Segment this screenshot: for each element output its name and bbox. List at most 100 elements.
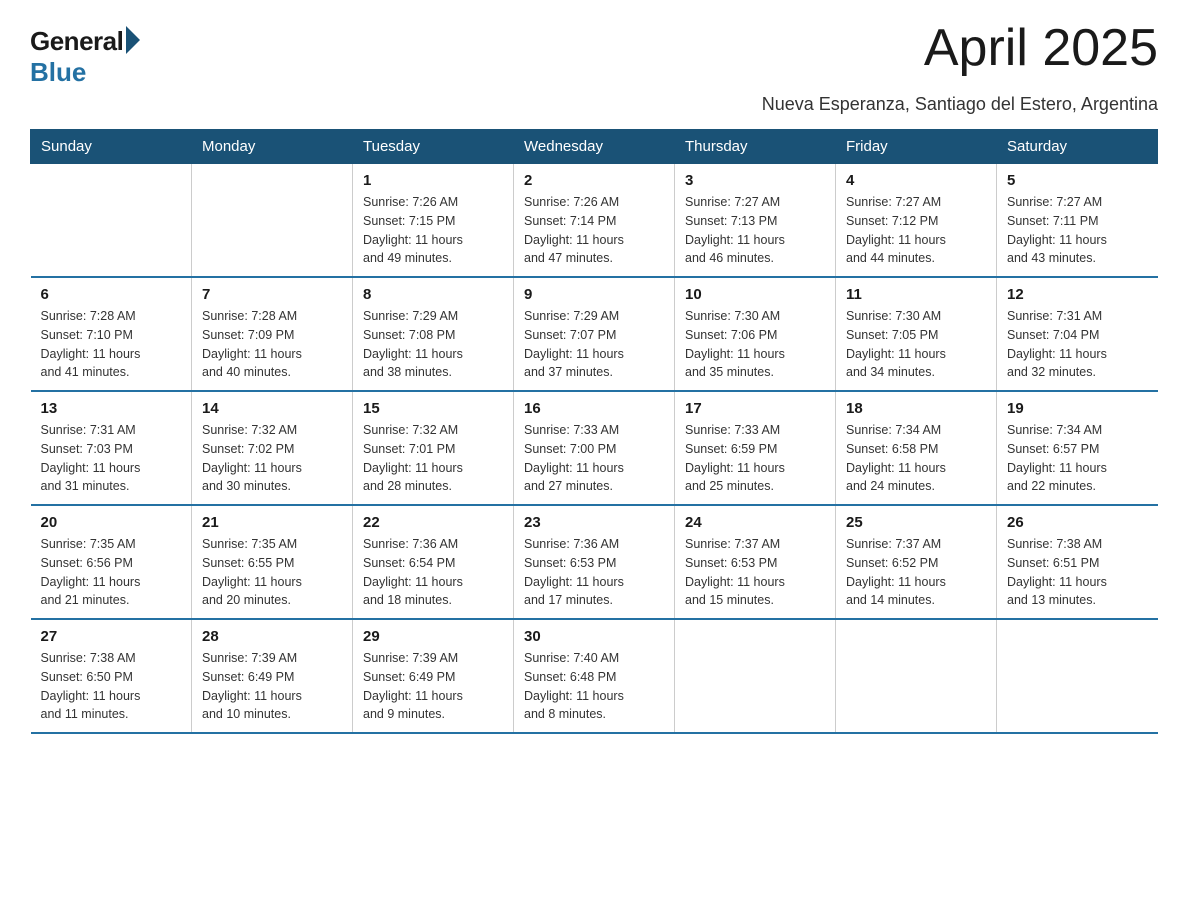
calendar-day-cell: 19Sunrise: 7:34 AM Sunset: 6:57 PM Dayli… — [997, 391, 1158, 505]
calendar-day-cell: 16 Sunrise: 7:33 AM Sunset: 7:00 PM Dayli… — [514, 391, 675, 505]
calendar-header-tuesday: Tuesday — [353, 130, 514, 164]
day-info: Sunrise: 7:26 AM Sunset: 7:15 PM Dayligh… — [363, 193, 503, 268]
calendar-header-sunday: Sunday — [31, 130, 192, 164]
calendar-day-cell: 28 Sunrise: 7:39 AM Sunset: 6:49 PM Dayli… — [192, 619, 353, 733]
day-info: Sunrise: 7:31 AM Sunset: 7:03 PM Dayligh… — [41, 421, 182, 496]
calendar-day-cell: 23 Sunrise: 7:36 AM Sunset: 6:53 PM Dayli… — [514, 505, 675, 619]
logo-blue-text: Blue — [30, 57, 86, 88]
day-number: 16 — [524, 400, 664, 417]
day-number: 6 — [41, 286, 182, 303]
calendar-day-cell: 3 Sunrise: 7:27 AM Sunset: 7:13 PM Daylig… — [675, 164, 836, 278]
day-info: Sunrise: 7:29 AM Sunset: 7:07 PM Dayligh… — [524, 307, 664, 382]
day-info: Sunrise: 7:39 AM Sunset: 6:49 PM Dayligh… — [202, 649, 342, 724]
day-info: Sunrise: 7:37 AM Sunset: 6:53 PM Dayligh… — [685, 535, 825, 610]
day-number: 22 — [363, 514, 503, 531]
day-number: 2 — [524, 172, 664, 189]
day-number: 3 — [685, 172, 825, 189]
empty-cell — [836, 619, 997, 733]
day-number: 23 — [524, 514, 664, 531]
calendar-header-wednesday: Wednesday — [514, 130, 675, 164]
calendar-header-monday: Monday — [192, 130, 353, 164]
calendar-day-cell: 14 Sunrise: 7:32 AM Sunset: 7:02 PM Dayli… — [192, 391, 353, 505]
day-info: Sunrise: 7:27 AM Sunset: 7:12 PM Dayligh… — [846, 193, 986, 268]
day-number: 15 — [363, 400, 503, 417]
empty-cell — [31, 164, 192, 278]
calendar-day-cell: 25Sunrise: 7:37 AM Sunset: 6:52 PM Dayli… — [836, 505, 997, 619]
day-number: 12 — [1007, 286, 1148, 303]
day-info: Sunrise: 7:38 AM Sunset: 6:51 PM Dayligh… — [1007, 535, 1148, 610]
day-info: Sunrise: 7:28 AM Sunset: 7:10 PM Dayligh… — [41, 307, 182, 382]
calendar-day-cell: 2Sunrise: 7:26 AM Sunset: 7:14 PM Daylig… — [514, 164, 675, 278]
day-info: Sunrise: 7:34 AM Sunset: 6:57 PM Dayligh… — [1007, 421, 1148, 496]
day-number: 26 — [1007, 514, 1148, 531]
calendar-day-cell: 22Sunrise: 7:36 AM Sunset: 6:54 PM Dayli… — [353, 505, 514, 619]
day-info: Sunrise: 7:34 AM Sunset: 6:58 PM Dayligh… — [846, 421, 986, 496]
month-title: April 2025 — [924, 20, 1158, 77]
calendar-day-cell: 15 Sunrise: 7:32 AM Sunset: 7:01 PM Dayli… — [353, 391, 514, 505]
calendar-week-row: 13Sunrise: 7:31 AM Sunset: 7:03 PM Dayli… — [31, 391, 1158, 505]
empty-cell — [192, 164, 353, 278]
day-info: Sunrise: 7:32 AM Sunset: 7:02 PM Dayligh… — [202, 421, 342, 496]
day-info: Sunrise: 7:39 AM Sunset: 6:49 PM Dayligh… — [363, 649, 503, 724]
day-info: Sunrise: 7:38 AM Sunset: 6:50 PM Dayligh… — [41, 649, 182, 724]
calendar-day-cell: 13Sunrise: 7:31 AM Sunset: 7:03 PM Dayli… — [31, 391, 192, 505]
day-number: 8 — [363, 286, 503, 303]
day-info: Sunrise: 7:27 AM Sunset: 7:13 PM Dayligh… — [685, 193, 825, 268]
empty-cell — [997, 619, 1158, 733]
calendar-day-cell: 29 Sunrise: 7:39 AM Sunset: 6:49 PM Dayli… — [353, 619, 514, 733]
calendar-header-row: SundayMondayTuesdayWednesdayThursdayFrid… — [31, 130, 1158, 164]
calendar-day-cell: 6 Sunrise: 7:28 AM Sunset: 7:10 PM Daylig… — [31, 277, 192, 391]
day-number: 5 — [1007, 172, 1148, 189]
calendar-header-thursday: Thursday — [675, 130, 836, 164]
empty-cell — [675, 619, 836, 733]
calendar-day-cell: 18 Sunrise: 7:34 AM Sunset: 6:58 PM Dayli… — [836, 391, 997, 505]
day-info: Sunrise: 7:37 AM Sunset: 6:52 PM Dayligh… — [846, 535, 986, 610]
day-info: Sunrise: 7:32 AM Sunset: 7:01 PM Dayligh… — [363, 421, 503, 496]
day-number: 29 — [363, 628, 503, 645]
calendar-day-cell: 8 Sunrise: 7:29 AM Sunset: 7:08 PM Daylig… — [353, 277, 514, 391]
day-info: Sunrise: 7:30 AM Sunset: 7:06 PM Dayligh… — [685, 307, 825, 382]
day-number: 20 — [41, 514, 182, 531]
day-info: Sunrise: 7:35 AM Sunset: 6:56 PM Dayligh… — [41, 535, 182, 610]
calendar-day-cell: 30 Sunrise: 7:40 AM Sunset: 6:48 PM Dayli… — [514, 619, 675, 733]
day-info: Sunrise: 7:36 AM Sunset: 6:53 PM Dayligh… — [524, 535, 664, 610]
location-title: Nueva Esperanza, Santiago del Estero, Ar… — [30, 94, 1158, 115]
page-header: General Blue April 2025 — [30, 20, 1158, 88]
calendar-week-row: 1 Sunrise: 7:26 AM Sunset: 7:15 PM Daylig… — [31, 164, 1158, 278]
day-number: 17 — [685, 400, 825, 417]
day-info: Sunrise: 7:27 AM Sunset: 7:11 PM Dayligh… — [1007, 193, 1148, 268]
calendar-day-cell: 1 Sunrise: 7:26 AM Sunset: 7:15 PM Daylig… — [353, 164, 514, 278]
day-info: Sunrise: 7:35 AM Sunset: 6:55 PM Dayligh… — [202, 535, 342, 610]
day-info: Sunrise: 7:31 AM Sunset: 7:04 PM Dayligh… — [1007, 307, 1148, 382]
calendar-day-cell: 20 Sunrise: 7:35 AM Sunset: 6:56 PM Dayli… — [31, 505, 192, 619]
calendar-table: SundayMondayTuesdayWednesdayThursdayFrid… — [30, 129, 1158, 734]
calendar-week-row: 27Sunrise: 7:38 AM Sunset: 6:50 PM Dayli… — [31, 619, 1158, 733]
day-number: 30 — [524, 628, 664, 645]
day-info: Sunrise: 7:33 AM Sunset: 6:59 PM Dayligh… — [685, 421, 825, 496]
logo-general-text: General — [30, 26, 123, 57]
calendar-day-cell: 10 Sunrise: 7:30 AM Sunset: 7:06 PM Dayli… — [675, 277, 836, 391]
calendar-day-cell: 7Sunrise: 7:28 AM Sunset: 7:09 PM Daylig… — [192, 277, 353, 391]
calendar-day-cell: 9 Sunrise: 7:29 AM Sunset: 7:07 PM Daylig… — [514, 277, 675, 391]
day-number: 14 — [202, 400, 342, 417]
calendar-day-cell: 24 Sunrise: 7:37 AM Sunset: 6:53 PM Dayli… — [675, 505, 836, 619]
day-number: 28 — [202, 628, 342, 645]
day-info: Sunrise: 7:33 AM Sunset: 7:00 PM Dayligh… — [524, 421, 664, 496]
day-number: 24 — [685, 514, 825, 531]
calendar-day-cell: 26 Sunrise: 7:38 AM Sunset: 6:51 PM Dayli… — [997, 505, 1158, 619]
calendar-day-cell: 11Sunrise: 7:30 AM Sunset: 7:05 PM Dayli… — [836, 277, 997, 391]
day-number: 9 — [524, 286, 664, 303]
title-block: April 2025 — [924, 20, 1158, 77]
calendar-day-cell: 27Sunrise: 7:38 AM Sunset: 6:50 PM Dayli… — [31, 619, 192, 733]
day-info: Sunrise: 7:28 AM Sunset: 7:09 PM Dayligh… — [202, 307, 342, 382]
logo: General Blue — [30, 20, 140, 88]
day-info: Sunrise: 7:40 AM Sunset: 6:48 PM Dayligh… — [524, 649, 664, 724]
day-info: Sunrise: 7:29 AM Sunset: 7:08 PM Dayligh… — [363, 307, 503, 382]
calendar-header-saturday: Saturday — [997, 130, 1158, 164]
day-number: 10 — [685, 286, 825, 303]
calendar-day-cell: 5 Sunrise: 7:27 AM Sunset: 7:11 PM Daylig… — [997, 164, 1158, 278]
day-number: 4 — [846, 172, 986, 189]
day-number: 18 — [846, 400, 986, 417]
day-number: 1 — [363, 172, 503, 189]
logo-arrow-icon — [126, 26, 140, 54]
